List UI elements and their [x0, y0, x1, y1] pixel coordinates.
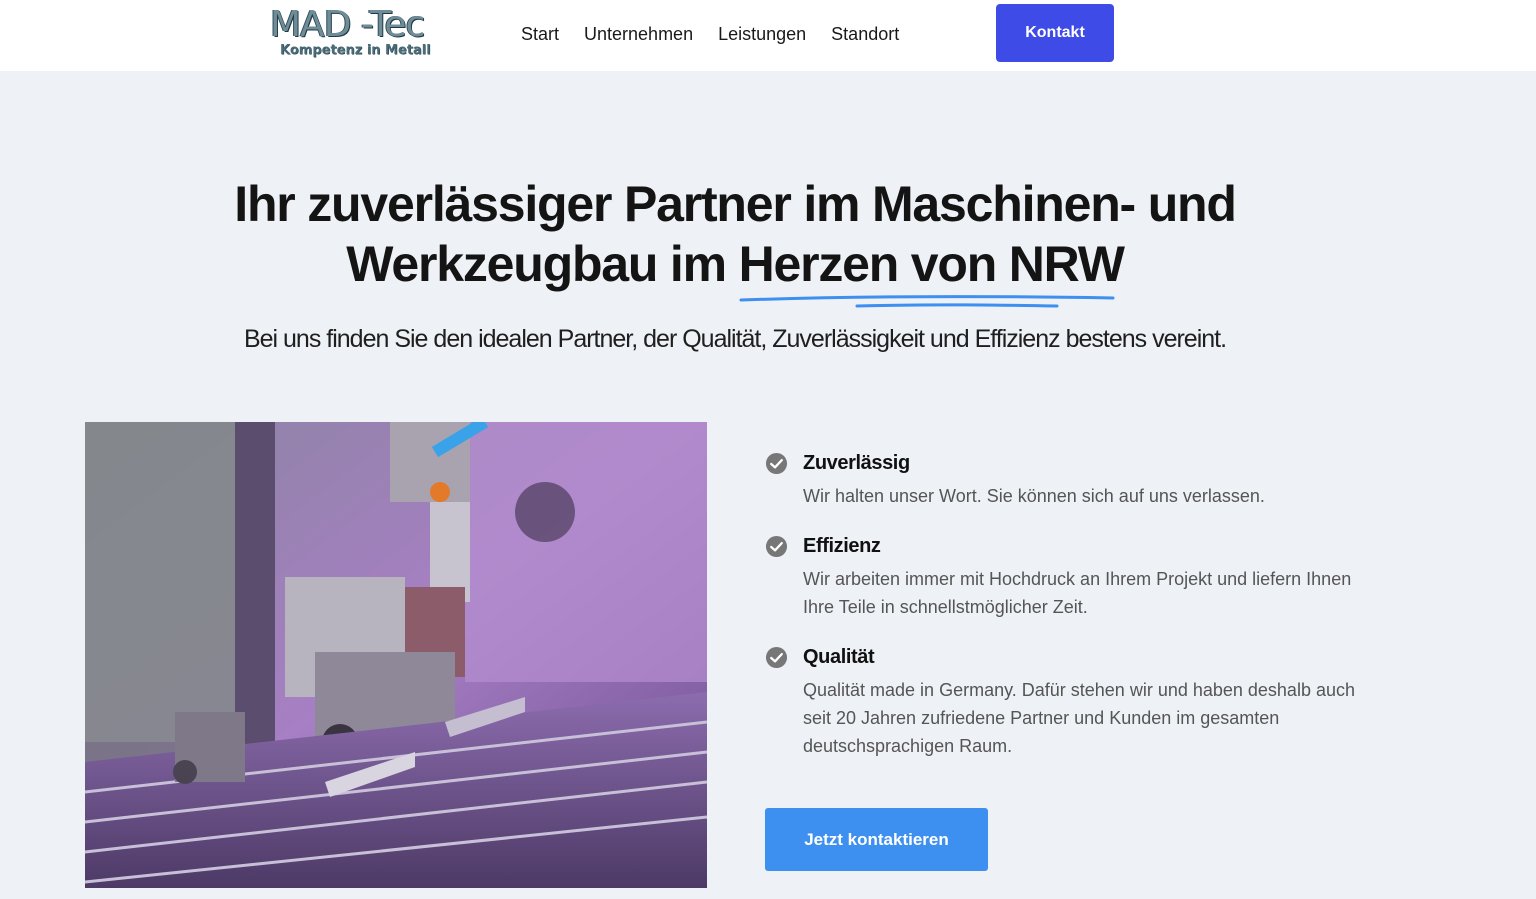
logo-main-text: MAD -Tec — [270, 4, 425, 45]
logo-tagline: Kompetenz in Metall — [280, 43, 431, 58]
headline-line-1: Ihr zuverlässiger Partner im Maschinen- … — [234, 176, 1237, 232]
feature-title: Zuverlässig — [803, 452, 910, 474]
nav-item-standort[interactable]: Standort — [831, 22, 899, 46]
feature-item-zuverlaessig: Zuverlässig Wir halten unser Wort. Sie k… — [765, 449, 1385, 510]
feature-item-effizienz: Effizienz Wir arbeiten immer mit Hochdru… — [765, 532, 1385, 621]
site-header: MAD -Tec Kompetenz in Metall Start Unter… — [0, 0, 1536, 71]
feature-title: Qualität — [803, 646, 875, 668]
main-nav: Start Unternehmen Leistungen Standort — [521, 22, 899, 46]
feature-description: Wir arbeiten immer mit Hochdruck an Ihre… — [803, 569, 1352, 617]
feature-title: Effizienz — [803, 535, 881, 557]
nav-item-start[interactable]: Start — [521, 22, 559, 46]
feature-description: Qualität made in Germany. Dafür stehen w… — [803, 680, 1355, 756]
check-circle-icon — [765, 646, 788, 669]
jetzt-kontaktieren-button[interactable]: Jetzt kontaktieren — [765, 808, 988, 871]
highlight-underline — [739, 295, 1115, 308]
nav-item-unternehmen[interactable]: Unternehmen — [584, 22, 693, 46]
headline-line-2: Werkzeugbau im — [346, 236, 739, 292]
headline-highlight-text: Herzen von NRW — [738, 236, 1125, 292]
kontakt-button[interactable]: Kontakt — [996, 4, 1114, 62]
feature-item-qualitaet: Qualität Qualität made in Germany. Dafür… — [765, 643, 1385, 760]
hero-headline: Ihr zuverlässiger Partner im Maschinen- … — [0, 174, 1470, 308]
cnc-machine-illustration — [85, 422, 707, 888]
feature-description: Wir halten unser Wort. Sie können sich a… — [803, 486, 1265, 506]
hero-subline: Bei uns finden Sie den idealen Partner, … — [243, 325, 1227, 353]
headline-highlight: Herzen von NRW — [738, 234, 1125, 308]
check-circle-icon — [765, 535, 788, 558]
check-circle-icon — [765, 452, 788, 475]
feature-list: Zuverlässig Wir halten unser Wort. Sie k… — [765, 449, 1385, 782]
cnc-machine-image — [85, 422, 707, 888]
logo[interactable]: MAD -Tec Kompetenz in Metall — [270, 6, 440, 62]
nav-item-leistungen[interactable]: Leistungen — [718, 22, 806, 46]
